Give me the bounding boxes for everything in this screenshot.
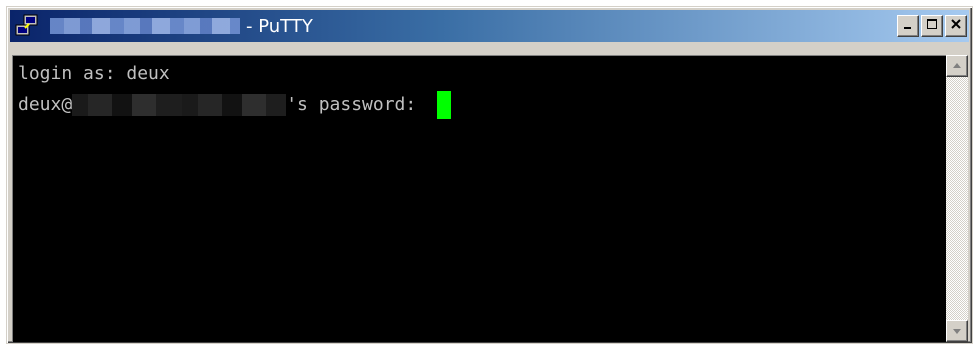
scroll-down-button[interactable] [946,320,968,342]
terminal-cursor [437,91,452,119]
scroll-up-button[interactable] [946,55,968,77]
arrow-down-icon [952,322,962,340]
terminal-line-login: login as: deux [18,63,170,84]
putty-icon[interactable] [14,13,40,39]
maximize-button[interactable] [921,15,943,37]
title-bar[interactable]: - PuTTY [10,10,969,42]
terminal-user-prefix: deux@ [18,94,73,115]
redacted-hostname-title [50,18,240,34]
terminal-screen[interactable]: login as: deux deux@ 's password: [12,55,947,342]
close-button[interactable] [945,15,967,37]
title-buttons [897,15,967,37]
close-icon [950,17,962,35]
minimize-button[interactable] [897,15,919,37]
arrow-up-icon [952,57,962,75]
minimize-icon [902,17,914,35]
terminal-password-prompt: 's password: [286,94,428,115]
putty-window: - PuTTY login as: deux deux@'s password: [6,6,973,344]
vertical-scrollbar[interactable] [946,55,968,342]
redacted-hostname [72,94,287,116]
window-title: - PuTTY [246,15,313,37]
maximize-icon [926,17,938,35]
terminal-line-password: deux@ 's password: [18,91,452,119]
